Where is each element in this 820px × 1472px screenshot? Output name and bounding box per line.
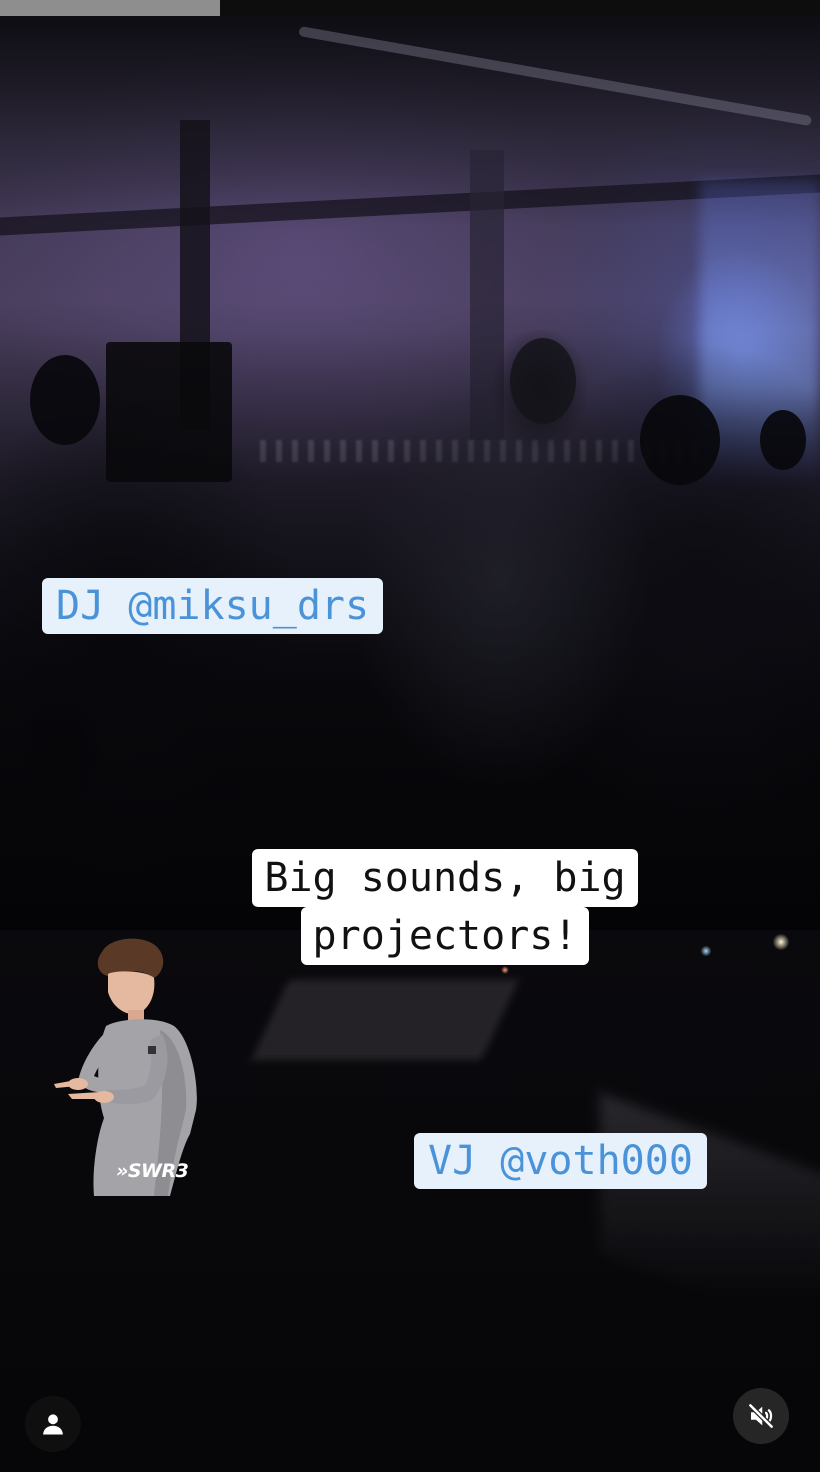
caption-line: projectors! (300, 907, 590, 965)
mention-sticker-dj[interactable]: DJ @miksu_drs (42, 578, 384, 634)
story-progress-fill (0, 0, 220, 16)
mention-sticker-dj-text: DJ @miksu_drs (56, 583, 370, 629)
swr3-logo: »SWR3 (116, 1160, 189, 1182)
mute-toggle-button[interactable] (733, 1388, 789, 1444)
caption-sticker: Big sounds, big projectors! (232, 849, 658, 965)
mention-sticker-vj-text: VJ @voth000 (428, 1138, 693, 1184)
caption-line: Big sounds, big (252, 849, 638, 907)
user-icon (43, 1414, 63, 1435)
story-viewer[interactable]: DJ @miksu_drs Big sounds, big projectors… (0, 0, 820, 1472)
profile-button[interactable] (25, 1396, 81, 1452)
speaker-muted-icon (747, 1402, 775, 1430)
gif-sticker-dancing-person (54, 938, 197, 1196)
mention-sticker-vj[interactable]: VJ @voth000 (414, 1133, 707, 1189)
story-background-photo (0, 0, 820, 1472)
story-progress-bar (0, 0, 820, 16)
